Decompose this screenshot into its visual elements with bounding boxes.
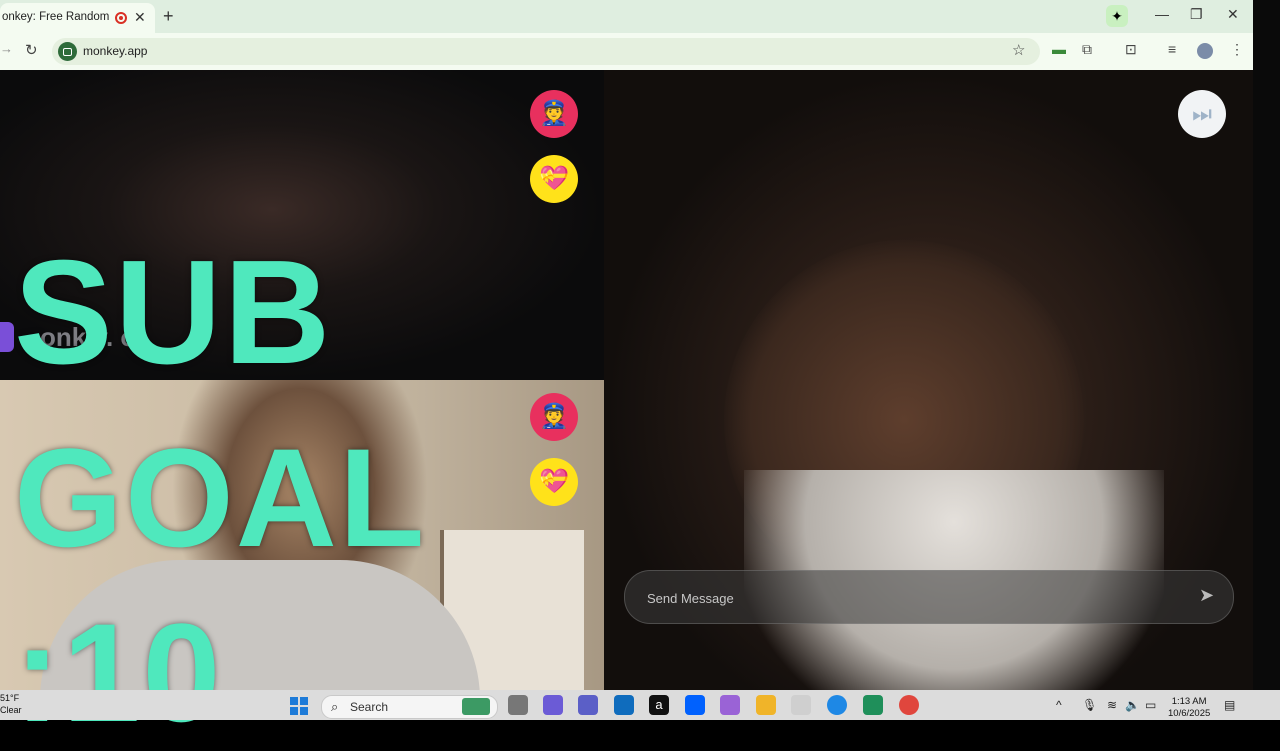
skip-button[interactable]: ⏭: [1178, 90, 1226, 138]
search-icon: ⌕: [331, 699, 339, 714]
reload-icon[interactable]: ↻: [25, 41, 38, 59]
minimize-icon[interactable]: —: [1155, 6, 1169, 22]
new-tab-button[interactable]: +: [163, 6, 174, 27]
tab-search-icon[interactable]: ⊡: [1125, 41, 1137, 58]
like-button-top[interactable]: 💝: [530, 155, 578, 203]
weather-temp: 51°F: [0, 693, 20, 703]
teams-icon[interactable]: [578, 695, 598, 715]
clock-date: 10/6/2025: [1168, 708, 1211, 719]
message-bar: ➤: [624, 570, 1234, 624]
tab-title: onkey: Free Random Vide: [2, 11, 112, 23]
message-input[interactable]: [645, 585, 1169, 611]
task-view-icon[interactable]: [508, 695, 528, 715]
volume-icon[interactable]: 🔈: [1125, 698, 1140, 712]
maximize-icon[interactable]: ❐: [1190, 6, 1203, 23]
overlay-sub: SUB: [14, 230, 333, 395]
notifications-icon[interactable]: ▤: [1224, 698, 1235, 712]
amazon-icon[interactable]: a: [649, 695, 669, 715]
clock-time: 1:13 AM: [1171, 696, 1207, 707]
dropbox-icon[interactable]: [685, 695, 705, 715]
like-button-bottom[interactable]: 💝: [530, 458, 578, 506]
media-control-icon[interactable]: ≡: [1168, 41, 1176, 57]
show-hidden-icons[interactable]: ^: [1056, 698, 1062, 712]
police-officer-icon: 👮: [539, 403, 569, 430]
report-button-top[interactable]: 👮: [530, 90, 578, 138]
overlay-goal: GOAL: [14, 419, 427, 576]
forward-icon[interactable]: →: [0, 41, 13, 56]
extension-icon[interactable]: ▬: [1052, 41, 1066, 57]
search-highlight-icon: [462, 698, 490, 715]
tab-bar: onkey: Free Random Vide ✕ + ✦ — ❐ ✕: [0, 0, 1253, 33]
report-button-bottom[interactable]: 👮: [530, 393, 578, 441]
skip-forward-icon: ⏭: [1192, 101, 1212, 126]
weather-condition: Clear: [0, 705, 22, 715]
search-label: Search: [350, 700, 389, 714]
gemini-icon[interactable]: ✦: [1106, 5, 1128, 27]
address-bar[interactable]: monkey.app ☆: [52, 38, 1040, 65]
windows-start-icon[interactable]: [290, 697, 308, 715]
chrome-icon[interactable]: [899, 695, 919, 715]
wifi-icon[interactable]: ≋: [1107, 698, 1117, 712]
toolbar: → ↻ monkey.app ☆ ▬ ⧉ ⊡ ≡ ⋮: [0, 33, 1253, 70]
close-window-icon[interactable]: ✕: [1227, 6, 1239, 23]
close-tab-icon[interactable]: ✕: [134, 9, 146, 26]
police-officer-icon: 👮: [539, 100, 569, 127]
copilot-icon[interactable]: [543, 695, 563, 715]
taskbar-search[interactable]: ⌕ Search: [321, 695, 498, 719]
m365-icon[interactable]: [720, 695, 740, 715]
clock[interactable]: 1:13 AM 10/6/2025: [1168, 696, 1210, 720]
app-icon[interactable]: [863, 695, 883, 715]
send-arrow-icon[interactable]: ➤: [1199, 585, 1214, 606]
edge-icon[interactable]: [827, 695, 847, 715]
right-edge: [1253, 0, 1280, 690]
bookmark-star-icon[interactable]: ☆: [1012, 41, 1025, 59]
monkey-logo-icon: [0, 322, 14, 352]
site-info-icon[interactable]: [58, 42, 77, 61]
outlook-icon[interactable]: [614, 695, 634, 715]
tab-monkey[interactable]: onkey: Free Random Vide ✕: [0, 3, 155, 33]
microphone-icon[interactable]: 🎙: [1082, 698, 1097, 712]
recording-icon: [115, 12, 127, 24]
extensions-puzzle-icon[interactable]: ⧉: [1082, 41, 1092, 58]
heart-gift-icon: 💝: [539, 468, 569, 495]
browser-chrome: onkey: Free Random Vide ✕ + ✦ — ❐ ✕ → ↻ …: [0, 0, 1253, 70]
windows-taskbar: 51°F Clear ⌕ Search a ^ 🎙 ≋ 🔈 ▭ 1:13 AM …: [0, 690, 1280, 720]
battery-icon[interactable]: ▭: [1145, 698, 1156, 712]
menu-kebab-icon[interactable]: ⋮: [1230, 41, 1244, 58]
store-icon[interactable]: [791, 695, 811, 715]
file-explorer-icon[interactable]: [756, 695, 776, 715]
profile-avatar[interactable]: [1197, 43, 1213, 59]
overlay-count: :10: [14, 594, 223, 751]
weather-widget[interactable]: 51°F Clear: [0, 692, 22, 716]
url-text[interactable]: monkey.app: [83, 44, 147, 58]
heart-gift-icon: 💝: [539, 165, 569, 192]
